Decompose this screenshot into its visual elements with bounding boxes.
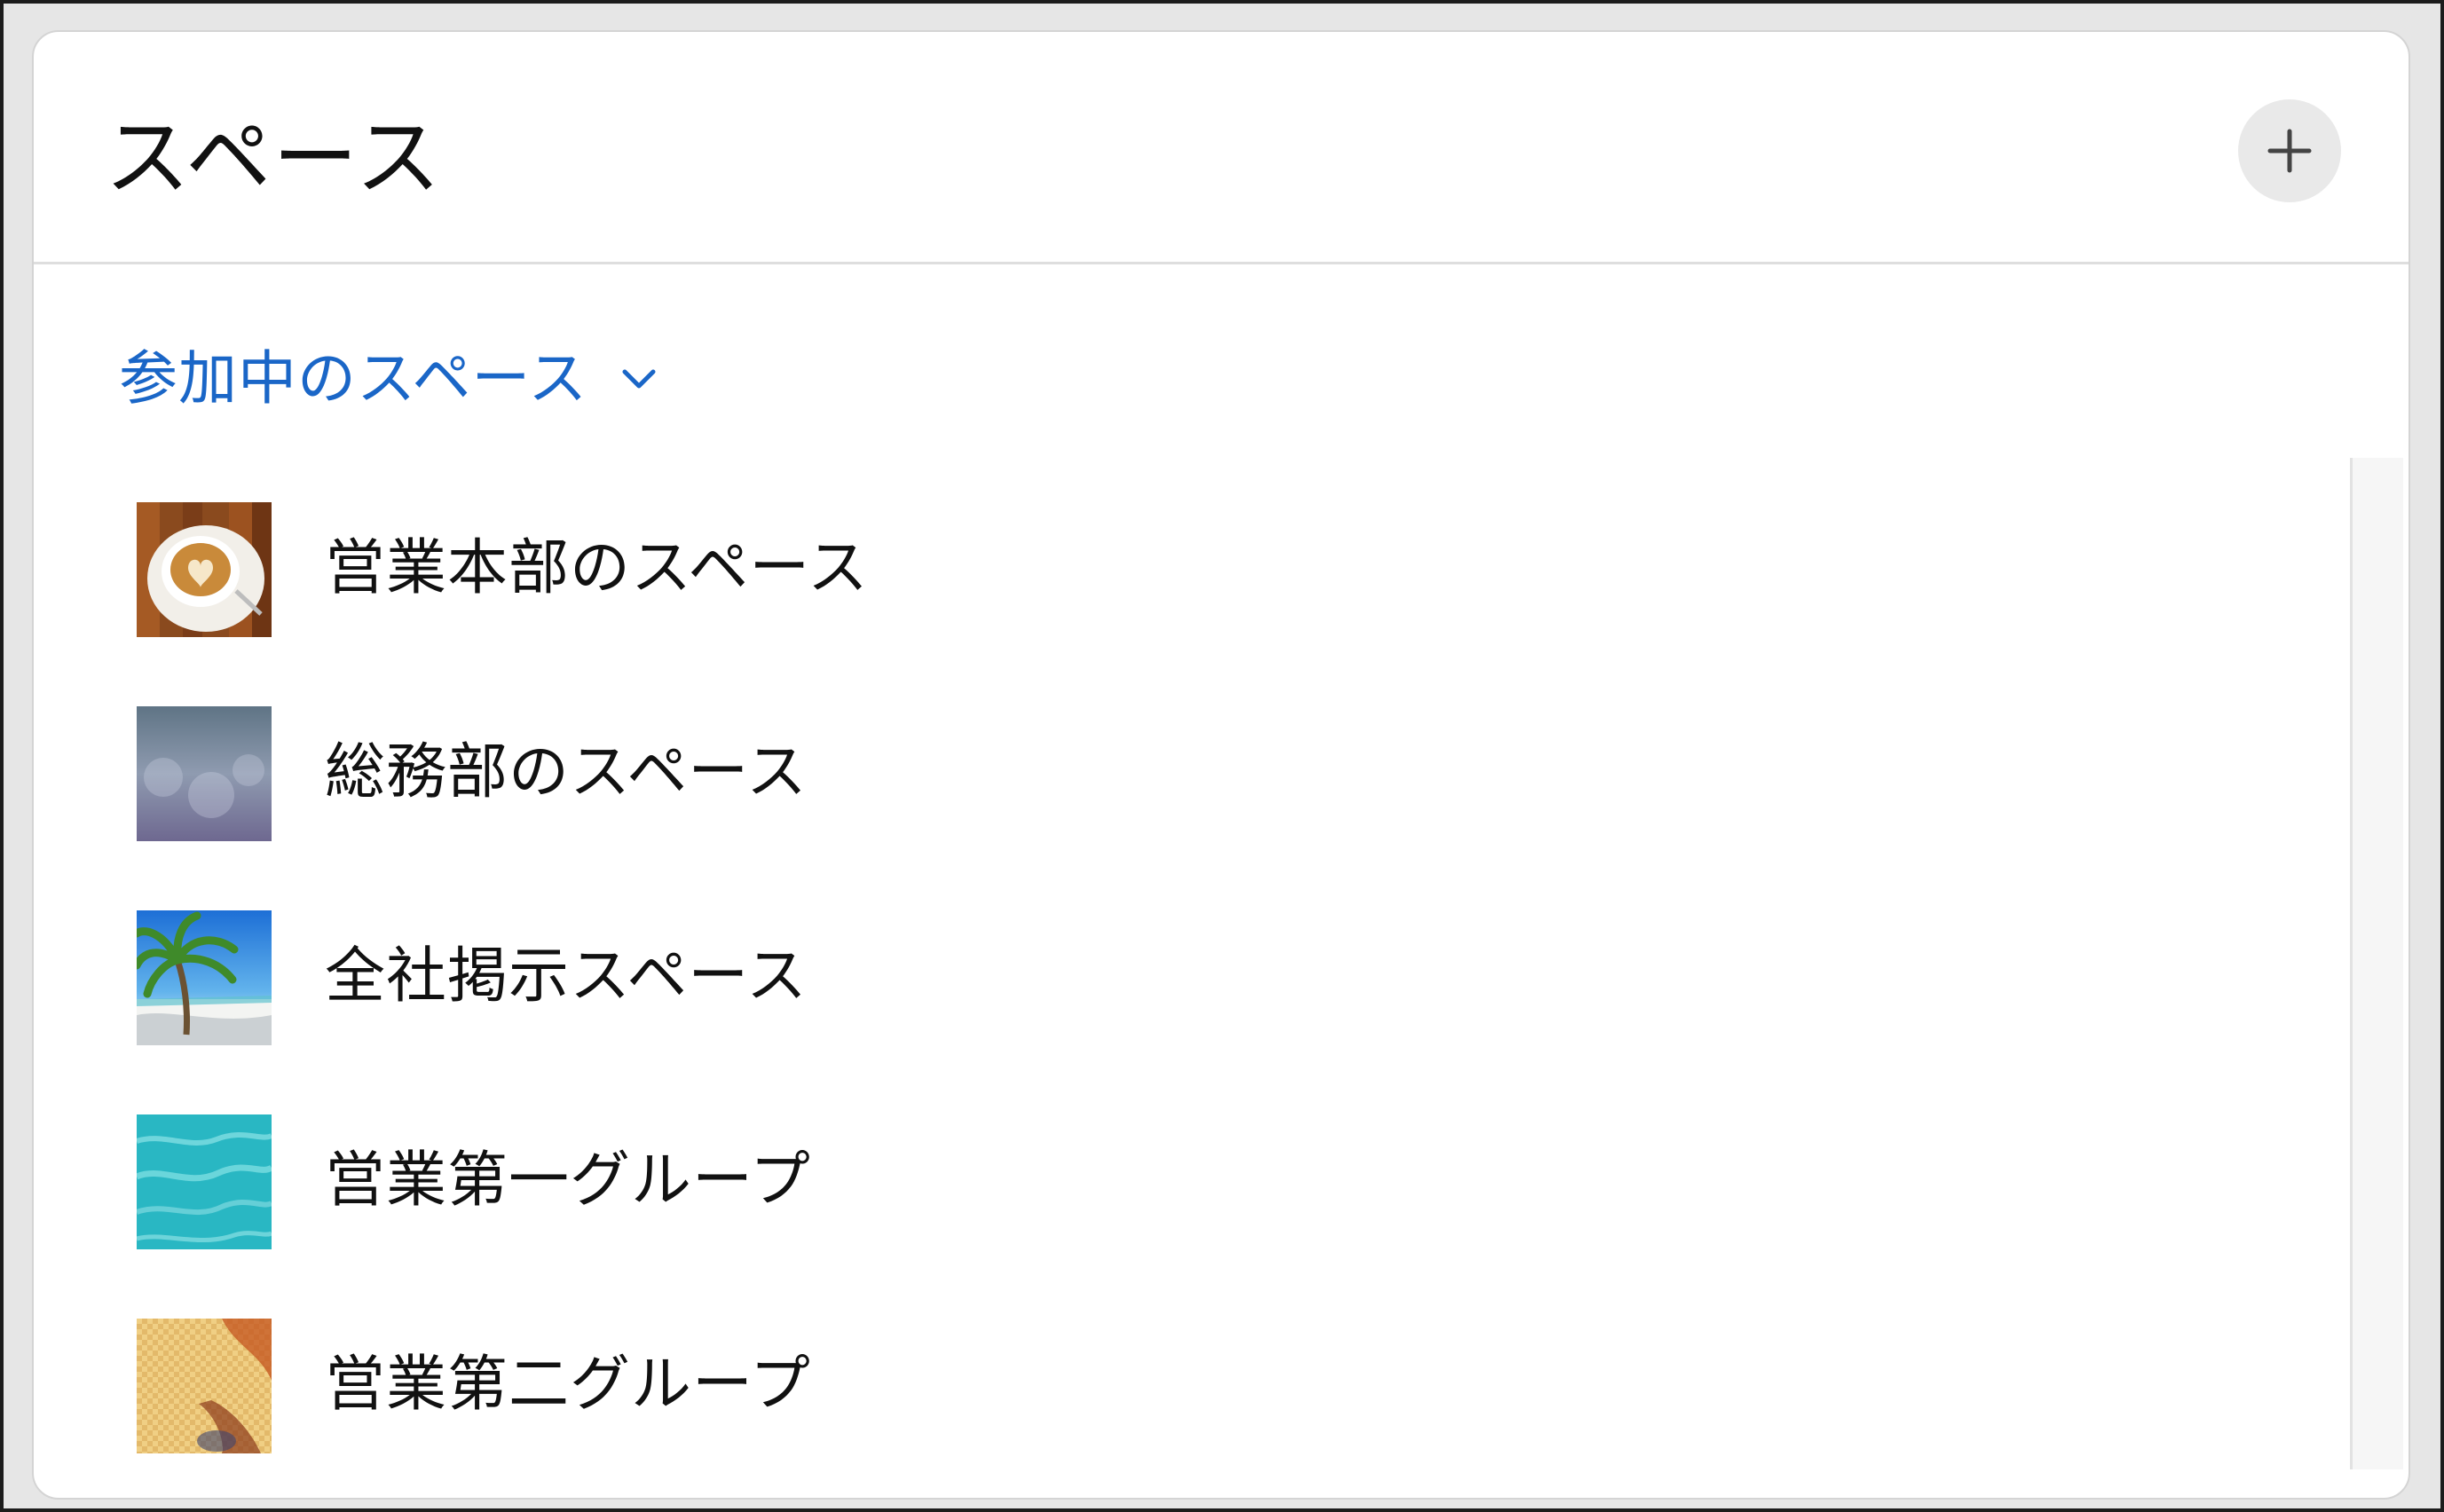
chevron-down-icon: [622, 369, 656, 389]
spaces-panel: スペース 参加中のスペース 営業本部のスペース 総務部のスペース 全社掲示スペー…: [32, 30, 2410, 1500]
space-name: 営業本部のスペース: [325, 533, 869, 603]
space-name: 全社掲示スペース: [325, 941, 808, 1012]
space-thumbnail: [137, 1114, 272, 1249]
plus-icon: [2267, 129, 2312, 173]
space-thumbnail: [137, 706, 272, 841]
list-scrollbar[interactable]: [2350, 458, 2403, 1469]
space-thumbnail: [137, 1319, 272, 1453]
panel-header: スペース: [34, 32, 2409, 264]
screenshot-frame: スペース 参加中のスペース 営業本部のスペース 総務部のスペース 全社掲示スペー…: [0, 0, 2444, 1512]
space-name: 営業第二グループ: [325, 1350, 811, 1420]
space-name: 営業第一グループ: [325, 1146, 811, 1216]
add-space-button[interactable]: [2238, 99, 2341, 202]
space-list-item[interactable]: 営業第二グループ: [34, 1283, 2341, 1487]
space-list-item[interactable]: 総務部のスペース: [34, 671, 2341, 875]
space-thumbnail: [137, 502, 272, 637]
space-filter-dropdown[interactable]: 参加中のスペース: [119, 339, 660, 419]
space-filter-label: 参加中のスペース: [119, 344, 588, 413]
space-name: 総務部のスペース: [325, 737, 808, 807]
space-list-item[interactable]: 営業本部のスペース: [34, 467, 2341, 671]
space-thumbnail: [137, 910, 272, 1045]
space-list-item[interactable]: 全社掲示スペース: [34, 875, 2341, 1079]
page-title: スペース: [105, 108, 443, 208]
space-list-item[interactable]: 営業第一グループ: [34, 1079, 2341, 1283]
